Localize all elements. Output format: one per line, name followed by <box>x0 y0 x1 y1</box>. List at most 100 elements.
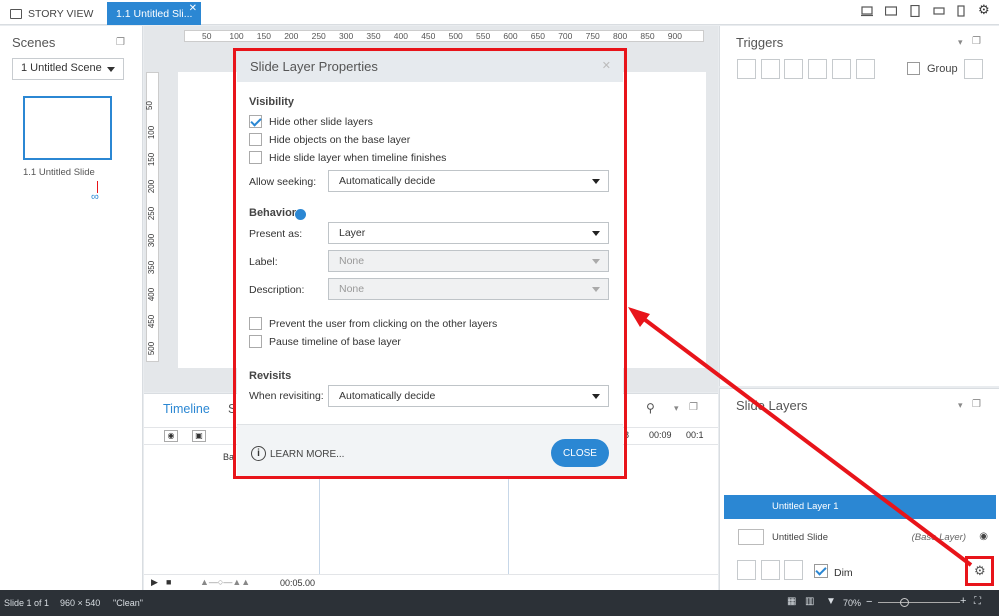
zoom-out-icon[interactable]: − <box>866 596 872 608</box>
delete-trigger-icon[interactable] <box>832 59 851 79</box>
duplicate-layer-icon[interactable] <box>761 560 780 580</box>
ruler-tick: 500 <box>147 341 157 356</box>
restore-panel-icon[interactable]: ❐ <box>116 37 125 48</box>
slide-thumbnail[interactable] <box>23 96 112 160</box>
ruler-tick: 150 <box>147 152 157 167</box>
status-size: 960 × 540 <box>60 598 101 608</box>
zoom-level: 70% <box>843 598 862 608</box>
timeline-tick-3: 00:1 <box>686 430 704 440</box>
tab-story-view[interactable]: STORY VIEW <box>10 2 100 25</box>
eye-icon[interactable]: ◉ <box>164 430 178 442</box>
dim-checkbox[interactable] <box>814 564 828 578</box>
ruler-tick: 200 <box>284 31 299 41</box>
play-icon[interactable]: ▶ <box>151 577 158 588</box>
gear-highlight-box <box>965 556 994 586</box>
dim-label: Dim <box>834 567 853 579</box>
variables-icon[interactable] <box>964 59 983 79</box>
ruler-tick: 850 <box>640 31 655 41</box>
slide-sorter-icon[interactable]: ▥ <box>805 596 814 607</box>
ruler-tick: 600 <box>503 31 518 41</box>
eye-icon[interactable]: ◉ <box>979 531 988 542</box>
slide-layers-title: Slide Layers <box>736 398 808 413</box>
ruler-tick: 450 <box>421 31 436 41</box>
ruler-vertical: 50 100 150 200 250 300 350 400 450 500 <box>144 72 159 362</box>
scene-dropdown[interactable]: 1 Untitled Scene <box>12 58 124 80</box>
tablet-portrait-icon[interactable] <box>909 5 921 17</box>
delete-layer-icon[interactable] <box>784 560 803 580</box>
zoom-slider-handle[interactable] <box>900 598 909 607</box>
top-tab-bar: STORY VIEW 1.1 Untitled Sli... ✕ ⚙ <box>0 0 999 25</box>
timeline-options-icon[interactable]: ⚲ <box>646 401 655 415</box>
chevron-down-icon[interactable]: ▾ <box>674 403 679 414</box>
ruler-tick: 100 <box>229 31 244 41</box>
chevron-down-icon[interactable]: ▾ <box>958 400 963 411</box>
timeline-tick-2: 00:09 <box>649 430 672 440</box>
ruler-tick: 800 <box>613 31 628 41</box>
tab-slide[interactable]: 1.1 Untitled Sli... ✕ <box>107 2 201 25</box>
phone-landscape-icon[interactable] <box>933 5 945 17</box>
ruler-tick: 200 <box>147 179 157 194</box>
ruler-tick: 900 <box>667 31 682 41</box>
layer-item-selected[interactable]: Untitled Layer 1 <box>724 495 996 519</box>
timeline-duration: 00:05.00 <box>280 578 316 588</box>
ruler-tick: 250 <box>147 206 157 221</box>
lock-icon[interactable]: ▣ <box>192 430 206 442</box>
chevron-down-icon <box>107 67 115 72</box>
ruler-tick: 300 <box>339 31 354 41</box>
triggers-title: Triggers <box>736 35 784 50</box>
ruler-tick: 700 <box>558 31 573 41</box>
ruler-tick: 50 <box>144 101 154 110</box>
desktop-icon[interactable] <box>861 5 873 17</box>
ruler-tick: 50 <box>202 31 212 41</box>
settings-gear-icon[interactable]: ⚙ <box>978 2 990 17</box>
restore-panel-icon[interactable]: ❐ <box>972 399 981 410</box>
phone-portrait-icon[interactable] <box>955 5 967 17</box>
base-layer-tag: (Base Layer) <box>911 532 966 543</box>
chevron-down-icon[interactable]: ▾ <box>958 37 963 48</box>
layer-thumbnail <box>738 529 764 545</box>
zoom-in-icon[interactable]: + <box>960 595 966 607</box>
tab-story-label: STORY VIEW <box>28 7 94 20</box>
tablet-landscape-icon[interactable] <box>885 5 897 17</box>
group-checkbox[interactable] <box>907 62 920 75</box>
zoom-slider[interactable] <box>878 602 960 603</box>
ruler-tick: 100 <box>147 125 157 140</box>
layer-name: Untitled Slide <box>772 532 828 543</box>
ruler-tick: 350 <box>366 31 381 41</box>
copy-trigger-icon[interactable] <box>784 59 803 79</box>
zoom-slider[interactable]: ▲—○—▲▲ <box>200 577 250 587</box>
move-trigger-icon[interactable] <box>856 59 875 79</box>
timeline-title[interactable]: Timeline <box>163 402 210 416</box>
filter-icon[interactable]: ▼ <box>826 596 836 607</box>
edit-trigger-icon[interactable] <box>761 59 780 79</box>
layer-item-base[interactable]: Untitled Slide (Base Layer) ◉ <box>724 525 996 551</box>
slide-thumbnail-label: 1.1 Untitled Slide <box>23 167 95 178</box>
ruler-tick: 750 <box>585 31 600 41</box>
ruler-tick: 650 <box>530 31 545 41</box>
new-trigger-icon[interactable] <box>737 59 756 79</box>
close-icon[interactable]: ✕ <box>189 3 197 14</box>
group-label: Group <box>927 63 958 75</box>
ruler-tick: 250 <box>311 31 326 41</box>
fit-to-window-icon[interactable]: ⛶ <box>974 596 981 607</box>
ruler-tick: 400 <box>393 31 408 41</box>
ruler-horizontal: 50 100 150 200 250 300 350 400 450 500 550 600 650 70… <box>184 30 704 42</box>
stop-icon[interactable]: ■ <box>166 577 171 587</box>
new-layer-icon[interactable] <box>737 560 756 580</box>
paste-trigger-icon[interactable] <box>808 59 827 79</box>
slide-layers-panel: Slide Layers ▾ ❐ Untitled Layer 1 Untitl… <box>719 388 999 590</box>
normal-view-icon[interactable]: ▦ <box>787 596 796 607</box>
link-icon: ∞ <box>91 191 99 203</box>
layer-name: Untitled Layer 1 <box>772 501 839 512</box>
ruler-tick: 500 <box>448 31 463 41</box>
story-view-icon <box>10 8 22 19</box>
restore-panel-icon[interactable]: ❐ <box>689 402 698 413</box>
scenes-title: Scenes <box>12 35 56 50</box>
ruler-tick: 150 <box>256 31 271 41</box>
restore-panel-icon[interactable]: ❐ <box>972 36 981 47</box>
status-bar: Slide 1 of 1 960 × 540 "Clean" ▦ ▥ ▼ 70%… <box>0 590 999 616</box>
scene-dropdown-value: 1 Untitled Scene <box>21 62 102 74</box>
tab-slide-label: 1.1 Untitled Sli... <box>116 7 193 20</box>
triggers-panel: Triggers ▾ ❐ Group <box>719 26 999 386</box>
ruler-tick: 450 <box>147 314 157 329</box>
